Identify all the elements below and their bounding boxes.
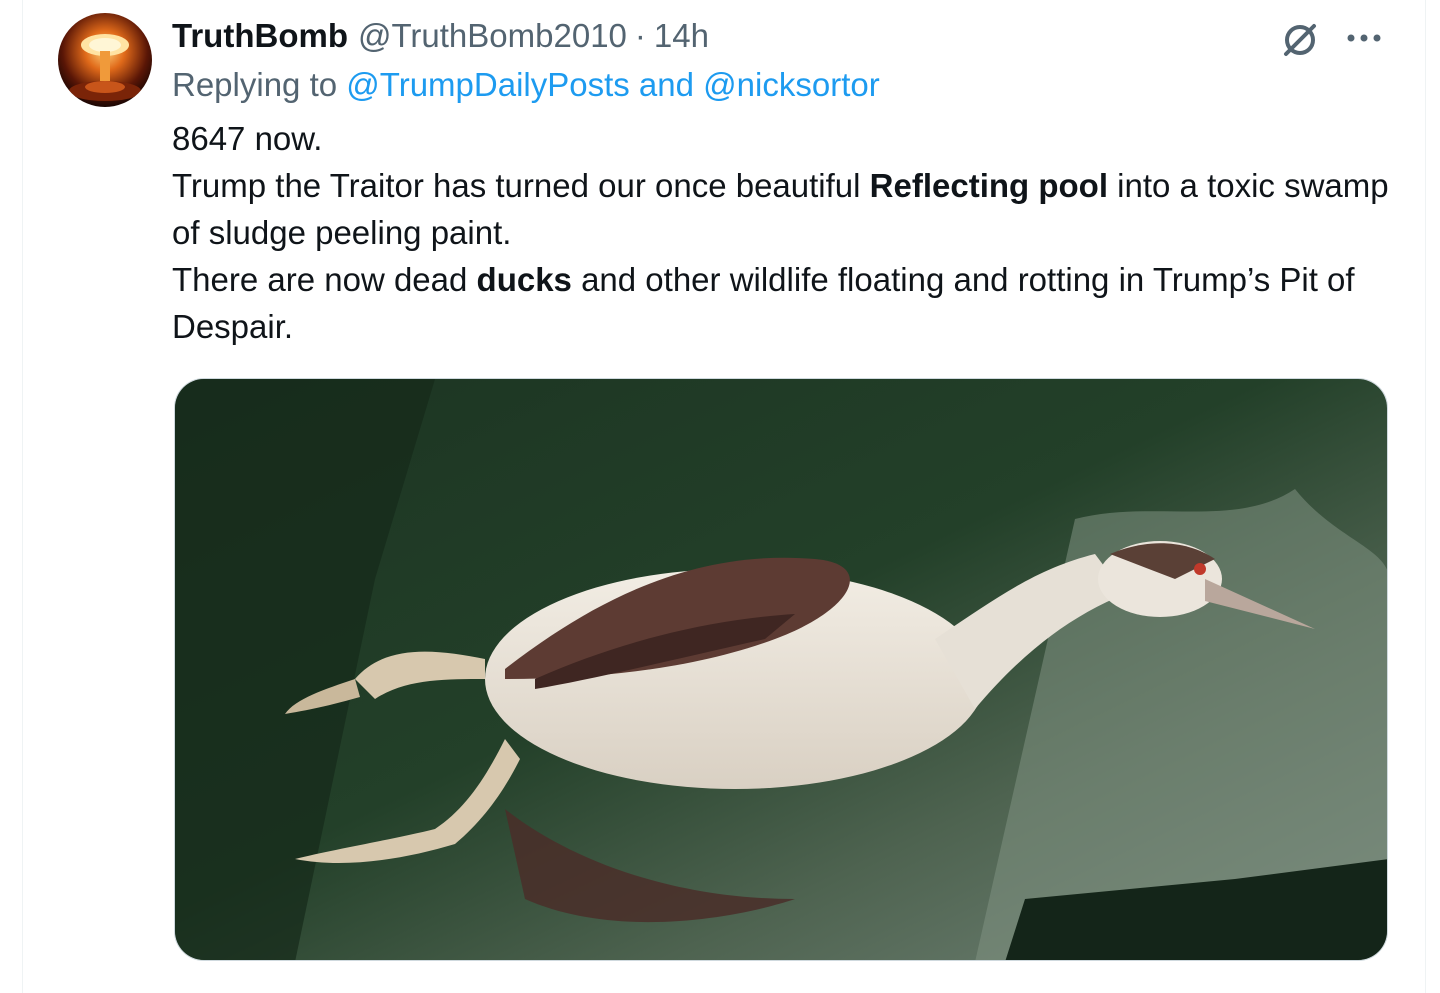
tweet-paragraph: Trump the Traitor has turned our once be… — [172, 162, 1397, 256]
user-handle[interactable]: @TruthBomb2010 — [358, 17, 627, 55]
replying-to: Replying to @TrumpDailyPosts and @nickso… — [172, 66, 880, 104]
avatar[interactable] — [58, 13, 152, 107]
more-icon — [1347, 34, 1381, 42]
tweet-text: 8647 now. Trump the Traitor has turned o… — [172, 115, 1397, 350]
text-span: There are now dead — [172, 261, 477, 298]
dead-bird-photo-icon — [175, 379, 1387, 960]
grok-icon — [1284, 24, 1316, 56]
bold-text: ducks — [476, 261, 572, 298]
mention-link[interactable]: @nicksortor — [703, 66, 880, 103]
display-name[interactable]: TruthBomb — [172, 17, 348, 55]
tweet-media[interactable] — [174, 378, 1388, 961]
tweet-line: 8647 now. — [172, 120, 323, 157]
mention-conjunction: and — [629, 66, 704, 103]
text-span: Trump the Traitor has turned our once be… — [172, 167, 870, 204]
tweet-paragraph: There are now dead ducks and other wildl… — [172, 256, 1397, 350]
separator-dot: · — [634, 17, 646, 54]
bold-text: Reflecting pool — [869, 167, 1109, 204]
grok-button[interactable] — [1278, 16, 1322, 60]
mention-link[interactable]: @TrumpDailyPosts — [346, 66, 630, 103]
more-options-button[interactable] — [1342, 16, 1386, 60]
tweet-header: TruthBomb @TruthBomb2010 · 14h — [172, 14, 709, 58]
tweet-time[interactable]: 14h — [654, 17, 709, 55]
replying-prefix: Replying to — [172, 66, 347, 103]
mushroom-cloud-avatar-icon — [58, 13, 152, 107]
